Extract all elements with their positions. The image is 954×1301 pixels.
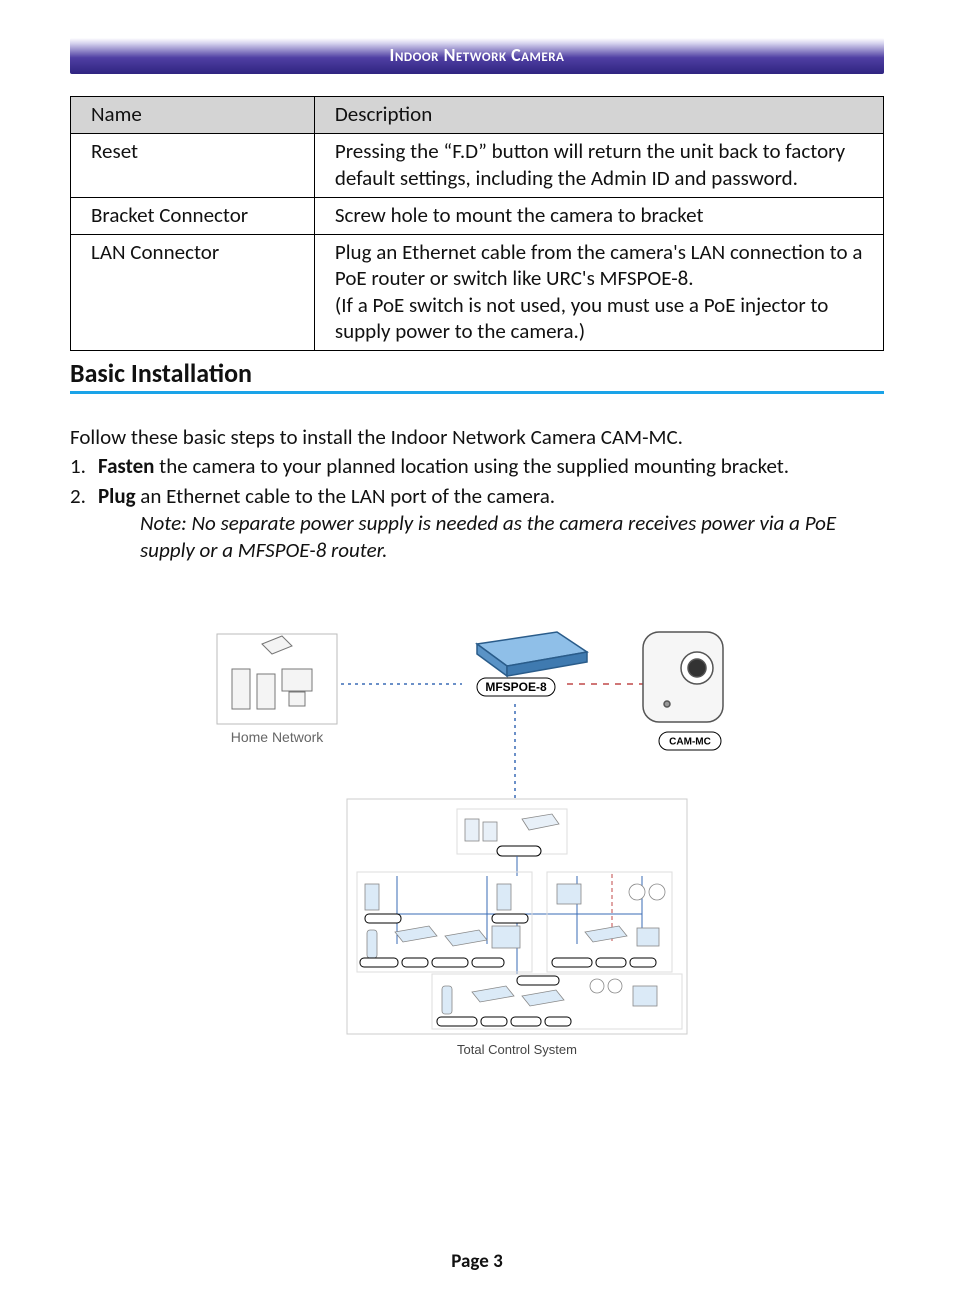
step-item: 2. Plug an Ethernet cable to the LAN por… (70, 483, 884, 565)
step-rest: an Ethernet cable to the LAN port of the… (136, 483, 556, 509)
spec-table: Name Description Reset Pressing the “F.D… (70, 96, 884, 351)
cell-description: Screw hole to mount the camera to bracke… (314, 197, 883, 234)
table-header-row: Name Description (71, 97, 884, 134)
page-number: Page 3 (451, 1250, 502, 1273)
table-row: Bracket Connector Screw hole to mount th… (71, 197, 884, 234)
col-header-description: Description (314, 97, 883, 134)
step-body: Plug an Ethernet cable to the LAN port o… (98, 483, 884, 565)
diagram-cammc-label: CAM-MC (669, 737, 711, 748)
step-note: Note: No separate power supply is needed… (140, 510, 884, 565)
diagram-home-network-label: Home Network (231, 729, 325, 745)
table-row: LAN Connector Plug an Ethernet cable fro… (71, 235, 884, 351)
document-header: Indoor Network Camera (70, 38, 884, 74)
header-title: Indoor Network Camera (390, 44, 565, 66)
page: Indoor Network Camera Name Description R… (0, 0, 954, 1301)
install-steps: 1. Fasten the camera to your planned loc… (70, 453, 884, 564)
diagram-svg: Home Network MFSPOE-8 CAM-MC (197, 614, 757, 1084)
cell-name: LAN Connector (71, 235, 315, 351)
section-rule (70, 391, 884, 394)
network-diagram: Home Network MFSPOE-8 CAM-MC (70, 614, 884, 1084)
col-header-name: Name (71, 97, 315, 134)
camera-icon (643, 632, 723, 722)
cell-name: Bracket Connector (71, 197, 315, 234)
router-icon (477, 632, 587, 676)
step-rest: the camera to your planned location usin… (154, 453, 789, 479)
diagram-caption: Total Control System (457, 1042, 577, 1057)
table-row: Reset Pressing the “F.D” button will ret… (71, 134, 884, 198)
step-body: Fasten the camera to your planned locati… (98, 453, 884, 480)
step-number: 1. (70, 453, 98, 480)
step-bold: Fasten (98, 453, 154, 479)
step-bold: Plug (98, 483, 136, 509)
cell-description: Pressing the “F.D” button will return th… (314, 134, 883, 198)
diagram-mfspoe-label: MFSPOE-8 (485, 681, 547, 695)
step-item: 1. Fasten the camera to your planned loc… (70, 453, 884, 480)
intro-text: Follow these basic steps to install the … (70, 424, 884, 451)
cell-name: Reset (71, 134, 315, 198)
cell-description: Plug an Ethernet cable from the camera's… (314, 235, 883, 351)
page-footer: Page 3 (0, 1250, 954, 1273)
step-number: 2. (70, 483, 98, 565)
section-heading: Basic Installation (70, 357, 884, 391)
